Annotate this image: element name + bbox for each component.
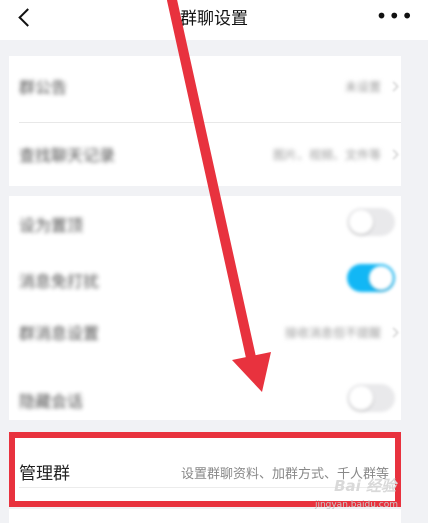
row-label: 消息免打扰 <box>19 272 100 291</box>
row-group-notice[interactable]: 群公告 未设置 <box>9 56 401 116</box>
more-dots-icon[interactable]: ••• <box>376 6 414 26</box>
nav-bar: 群聊设置 ••• <box>0 0 428 40</box>
toggle-knob <box>349 386 373 410</box>
row-label: 群消息设置 <box>19 324 100 343</box>
row-label: 设为置顶 <box>19 216 84 235</box>
divider <box>19 122 401 123</box>
watermark-url: jingyan.baidu.com <box>314 500 398 510</box>
row-label: 隐藏会话 <box>19 392 84 411</box>
manage-group-label: 管理群 <box>19 464 70 484</box>
row-label: 查找聊天记录 <box>19 146 116 165</box>
settings-group-info: 群公告 未设置 查找聊天记录 图片、视频、文件等 <box>9 56 401 186</box>
chevron-right-icon <box>388 327 399 338</box>
settings-group-options: 设为置顶 消息免打扰 群消息设置 接收消息但不提醒 隐藏会话 <box>9 196 401 420</box>
row-label: 群公告 <box>19 78 68 97</box>
row-search-history[interactable]: 查找聊天记录 图片、视频、文件等 <box>9 126 401 186</box>
hide-toggle[interactable] <box>347 384 395 412</box>
watermark-logo: Bai 经验 <box>334 477 396 495</box>
row-group-message-setting[interactable]: 群消息设置 接收消息但不提醒 <box>9 312 401 362</box>
chevron-right-icon <box>388 81 399 92</box>
row-value: 图片、视频、文件等 <box>272 148 381 162</box>
row-do-not-disturb: 消息免打扰 <box>9 260 401 312</box>
page-title: 群聊设置 <box>180 9 248 29</box>
next-row-partial <box>9 509 401 523</box>
dnd-toggle[interactable] <box>347 264 395 292</box>
toggle-knob <box>369 266 393 290</box>
row-pin-top: 设为置顶 <box>9 196 401 248</box>
row-value: 未设置 <box>344 80 381 94</box>
toggle-knob <box>349 210 373 234</box>
chevron-right-icon <box>388 149 399 160</box>
pin-toggle[interactable] <box>347 208 395 236</box>
row-value: 接收消息但不提醒 <box>284 326 381 340</box>
row-hide-session: 隐藏会话 <box>9 372 401 420</box>
